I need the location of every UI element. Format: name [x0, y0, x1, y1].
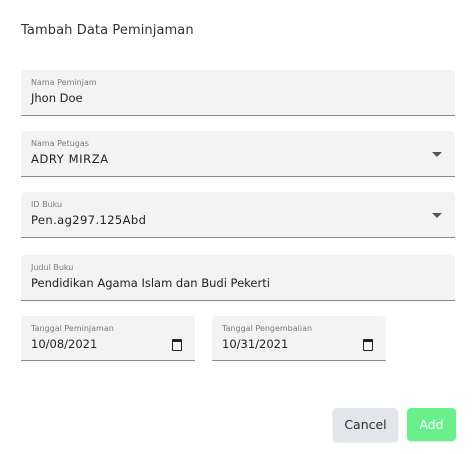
id-buku-label: ID Buku	[31, 200, 63, 209]
tanggal-pengembalian-label: Tanggal Pengembalian	[222, 324, 313, 333]
judul-buku-field[interactable]: Judul Buku Pendidikan Agama Islam dan Bu…	[21, 255, 455, 301]
chevron-down-icon[interactable]	[432, 213, 442, 218]
nama-peminjam-field[interactable]: Nama Peminjam Jhon Doe	[21, 70, 455, 116]
id-buku-select[interactable]: ID Buku Pen.ag297.125Abd	[21, 192, 455, 238]
id-buku-value: Pen.ag297.125Abd	[31, 213, 147, 227]
judul-buku-label: Judul Buku	[31, 263, 74, 272]
chevron-down-icon[interactable]	[432, 152, 442, 157]
calendar-icon[interactable]	[172, 339, 182, 351]
nama-petugas-label: Nama Petugas	[31, 139, 89, 148]
tanggal-peminjaman-label: Tanggal Peminjaman	[31, 324, 114, 333]
add-button[interactable]: Add	[407, 408, 456, 441]
tanggal-peminjaman-value: 10/08/2021	[31, 337, 98, 351]
nama-peminjam-label: Nama Peminjam	[31, 78, 97, 87]
nama-peminjam-value: Jhon Doe	[31, 91, 83, 105]
cancel-button[interactable]: Cancel	[333, 408, 398, 441]
tanggal-peminjaman-field[interactable]: Tanggal Peminjaman 10/08/2021	[21, 316, 195, 361]
nama-petugas-value: ADRY MIRZA	[31, 152, 109, 166]
tanggal-pengembalian-value: 10/31/2021	[222, 337, 289, 351]
calendar-icon[interactable]	[363, 339, 373, 351]
dialog-title: Tambah Data Peminjaman	[21, 23, 194, 38]
judul-buku-value: Pendidikan Agama Islam dan Budi Pekerti	[31, 276, 270, 290]
add-loan-dialog: Tambah Data Peminjaman Nama Peminjam Jho…	[0, 0, 475, 454]
tanggal-pengembalian-field[interactable]: Tanggal Pengembalian 10/31/2021	[212, 316, 386, 361]
nama-petugas-select[interactable]: Nama Petugas ADRY MIRZA	[21, 131, 455, 177]
